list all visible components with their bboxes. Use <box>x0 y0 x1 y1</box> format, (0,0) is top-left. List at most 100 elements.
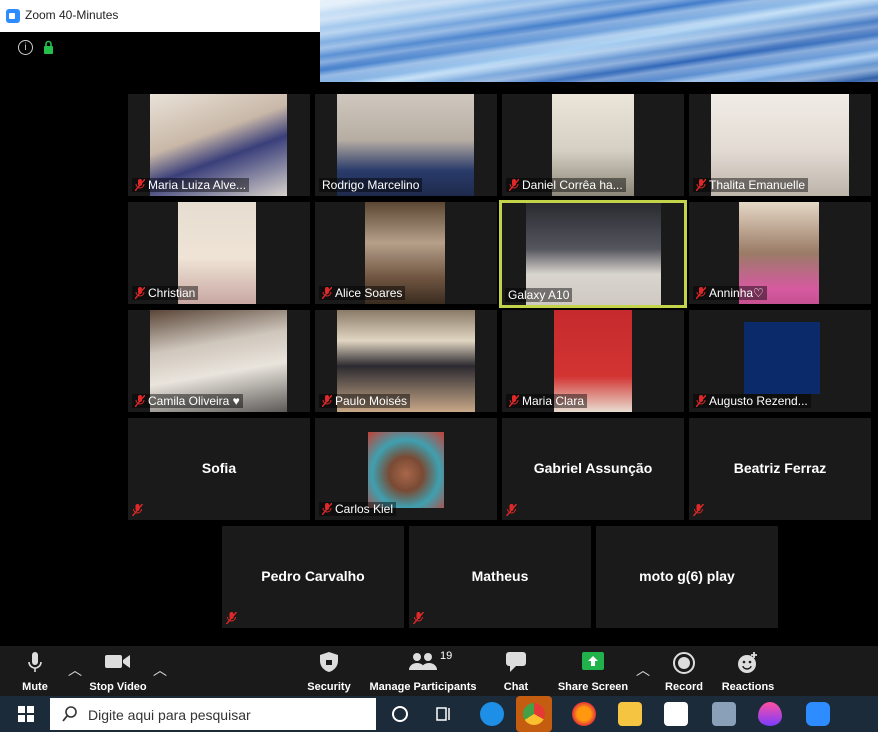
muted-mic-icon <box>135 395 145 407</box>
file-explorer-icon[interactable] <box>618 702 642 726</box>
participant-name-label: Carlos Kiel <box>319 502 397 516</box>
windows-start-icon[interactable] <box>18 706 34 722</box>
participant-name: Daniel Corrêa ha... <box>522 178 623 192</box>
participant-tile[interactable]: Maria Luiza Alve... <box>128 94 310 196</box>
muted-mic-icon <box>696 287 706 299</box>
muted-mic-icon <box>322 395 332 407</box>
zoom-icon[interactable] <box>806 702 830 726</box>
participant-name-label: Maria Luiza Alve... <box>132 178 250 192</box>
participant-name: Gabriel Assunção <box>533 460 653 476</box>
video-options-chevron-icon[interactable]: ︿ <box>153 660 167 680</box>
participant-tile[interactable]: Carlos Kiel <box>315 418 497 520</box>
windows-taskbar: Digite aqui para pesquisar <box>0 696 878 732</box>
participant-name: Sofia <box>201 460 237 476</box>
participant-name-label: Galaxy A10 <box>505 288 573 302</box>
muted-mic-icon <box>135 179 145 191</box>
participant-tile[interactable]: Alice Soares <box>315 202 497 304</box>
edge-icon[interactable] <box>480 702 504 726</box>
muted-mic-icon <box>509 179 519 191</box>
muted-mic-icon <box>322 287 332 299</box>
muted-mic-icon <box>509 395 519 407</box>
participant-name: Matheus <box>471 568 529 584</box>
share-screen-icon <box>582 652 604 670</box>
muted-mic-icon <box>226 612 237 624</box>
video-camera-icon <box>105 655 130 668</box>
participant-tile[interactable]: moto g(6) play <box>596 526 778 628</box>
mute-label: Mute <box>22 681 48 693</box>
participant-video <box>744 322 820 394</box>
chat-button[interactable]: Chat <box>496 646 536 696</box>
task-view-icon[interactable] <box>432 702 456 726</box>
participant-name: Alice Soares <box>335 286 403 300</box>
meeting-toolbar: Mute ︿ Stop Video ︿ Security 19 Manage P… <box>0 646 878 696</box>
participant-name: Rodrigo Marcelino <box>322 178 420 192</box>
participant-tile[interactable]: Maria Clara <box>502 310 684 412</box>
taskbar-search-box[interactable]: Digite aqui para pesquisar <box>50 698 376 730</box>
muted-mic-icon <box>696 179 706 191</box>
info-icon[interactable]: i <box>18 40 33 55</box>
drops-icon[interactable] <box>758 702 782 726</box>
participant-tile[interactable]: Paulo Moisés <box>315 310 497 412</box>
muted-mic-icon <box>322 503 332 515</box>
manage-participants-button[interactable]: 19 Manage Participants <box>368 646 478 696</box>
record-icon <box>673 652 695 674</box>
chrome-taskbar-active[interactable] <box>516 696 552 732</box>
shield-icon <box>320 652 338 672</box>
participant-name: Camila Oliveira ♥ <box>148 394 240 408</box>
desktop-wallpaper <box>320 0 878 82</box>
window-titlebar: Zoom 40-Minutes <box>0 0 320 32</box>
muted-mic-icon <box>696 395 706 407</box>
participant-tile[interactable]: Sofia <box>128 418 310 520</box>
share-screen-label: Share Screen <box>557 681 629 693</box>
lock-icon[interactable] <box>43 40 54 54</box>
participant-name: Christian <box>148 286 196 300</box>
participant-tile[interactable]: Rodrigo Marcelino <box>315 94 497 196</box>
participant-name: moto g(6) play <box>639 568 735 584</box>
participant-tile[interactable]: Camila Oliveira ♥ <box>128 310 310 412</box>
participant-avatar-photo <box>368 432 444 508</box>
participant-name: Maria Luiza Alve... <box>148 178 247 192</box>
store-icon[interactable] <box>664 702 688 726</box>
participant-tile[interactable]: Daniel Corrêa ha... <box>502 94 684 196</box>
participant-name: Pedro Carvalho <box>261 568 365 584</box>
participant-tile[interactable]: Christian <box>128 202 310 304</box>
muted-mic-icon <box>413 612 424 624</box>
photos-icon[interactable] <box>712 702 736 726</box>
participant-name: Carlos Kiel <box>335 502 394 516</box>
participant-tile[interactable]: Pedro Carvalho <box>222 526 404 628</box>
participant-name: Anninha♡ <box>709 286 764 300</box>
participant-name-label: Daniel Corrêa ha... <box>506 178 626 192</box>
cortana-icon[interactable] <box>388 702 412 726</box>
share-screen-button[interactable]: Share Screen <box>556 646 630 696</box>
muted-mic-icon <box>135 287 145 299</box>
share-options-chevron-icon[interactable]: ︿ <box>636 660 650 680</box>
chat-bubble-icon <box>506 652 526 672</box>
reactions-label: Reactions <box>721 681 775 693</box>
audio-options-chevron-icon[interactable]: ︿ <box>68 660 82 680</box>
firefox-icon[interactable] <box>572 702 596 726</box>
participant-tile[interactable]: Gabriel Assunção <box>502 418 684 520</box>
reactions-button[interactable]: Reactions <box>720 646 776 696</box>
stop-video-label: Stop Video <box>89 681 147 693</box>
participant-tile[interactable]: Thalita Emanuelle <box>689 94 871 196</box>
participants-icon <box>409 653 437 670</box>
participant-name-label: Christian <box>132 286 199 300</box>
stop-video-button[interactable]: Stop Video <box>88 646 148 696</box>
muted-mic-icon <box>506 504 517 516</box>
muted-mic-icon <box>132 504 143 516</box>
participant-name: Thalita Emanuelle <box>709 178 806 192</box>
participant-name: Beatriz Ferraz <box>733 460 827 476</box>
participant-tile-active-speaker[interactable]: Galaxy A10 <box>499 200 687 308</box>
record-label: Record <box>665 681 703 693</box>
mute-button[interactable]: Mute <box>10 646 60 696</box>
security-button[interactable]: Security <box>304 646 354 696</box>
participant-name: Augusto Rezend... <box>709 394 808 408</box>
participant-tile[interactable]: Anninha♡ <box>689 202 871 304</box>
smiley-plus-icon <box>738 652 757 673</box>
participant-tile[interactable]: Matheus <box>409 526 591 628</box>
record-button[interactable]: Record <box>662 646 706 696</box>
participant-tile[interactable]: Augusto Rezend... <box>689 310 871 412</box>
search-icon <box>62 706 77 722</box>
participant-tile[interactable]: Beatriz Ferraz <box>689 418 871 520</box>
chat-label: Chat <box>503 681 529 693</box>
